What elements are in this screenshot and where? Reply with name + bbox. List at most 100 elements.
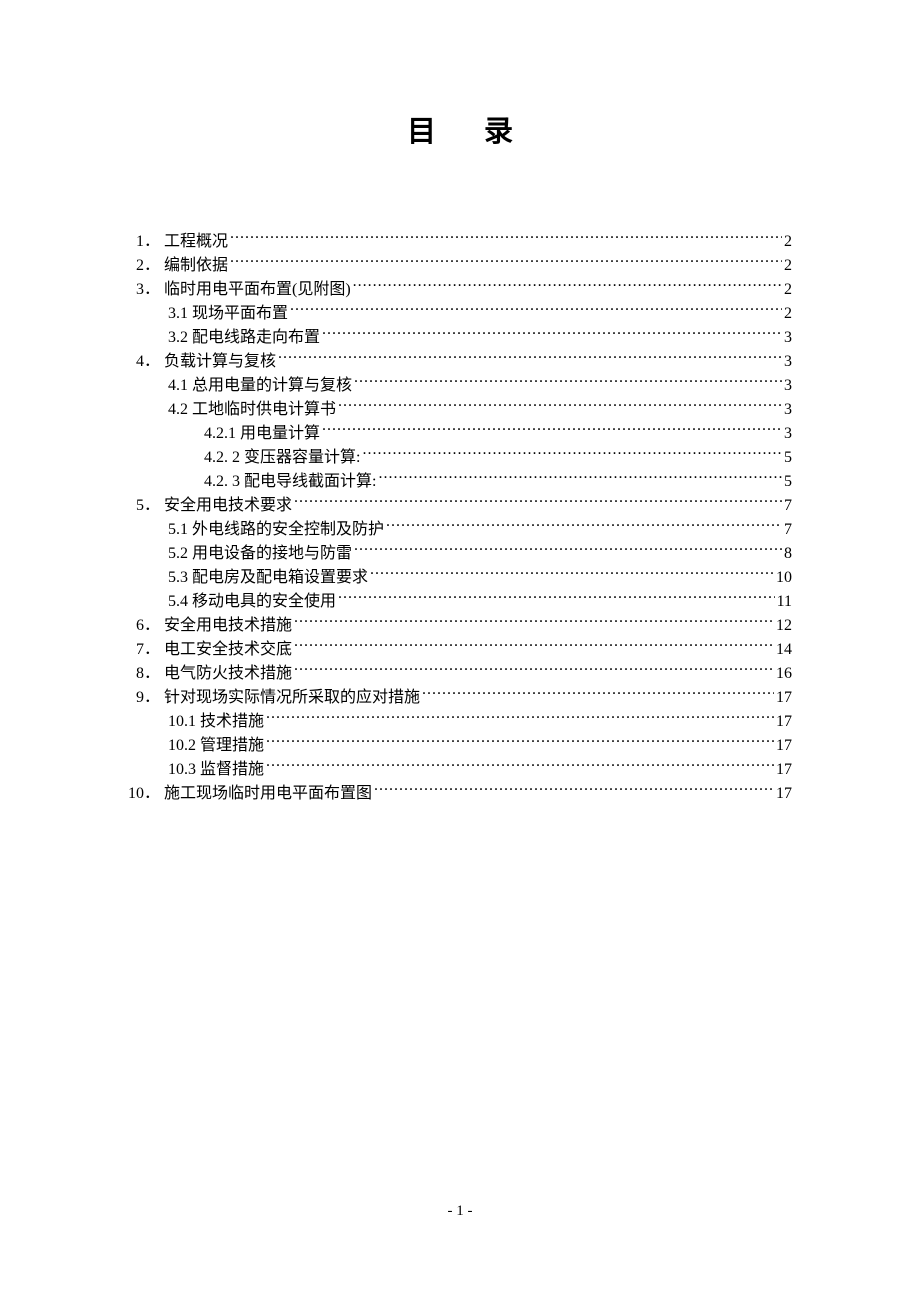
toc-page-number: 16 bbox=[776, 662, 792, 686]
toc-title: 安全用电技术措施 bbox=[164, 614, 292, 638]
toc-page-number: 8 bbox=[784, 542, 792, 566]
toc-entry: 2．编制依据 2 bbox=[128, 254, 792, 278]
toc-leader-dots bbox=[353, 278, 782, 294]
toc-page-number: 17 bbox=[776, 758, 792, 782]
toc-title: 5.1 外电线路的安全控制及防护 bbox=[168, 518, 384, 542]
toc-page-number: 2 bbox=[784, 278, 792, 302]
toc-entry: 1．工程概况2 bbox=[128, 230, 792, 254]
toc-page-number: 17 bbox=[776, 686, 792, 710]
toc-leader-dots bbox=[354, 374, 782, 390]
table-of-contents: 1．工程概况22．编制依据23．临时用电平面布置(见附图)23.1 现场平面布置… bbox=[128, 230, 792, 806]
toc-page-number: 12 bbox=[776, 614, 792, 638]
toc-title: 4.1 总用电量的计算与复核 bbox=[168, 374, 352, 398]
toc-entry: 4.1 总用电量的计算与复核 3 bbox=[128, 374, 792, 398]
toc-leader-dots bbox=[294, 662, 774, 678]
toc-title: 针对现场实际情况所采取的应对措施 bbox=[164, 686, 420, 710]
toc-title: 3.1 现场平面布置 bbox=[168, 302, 288, 326]
toc-entry: 4.2.1 用电量计算 3 bbox=[128, 422, 792, 446]
toc-page-number: 3 bbox=[784, 422, 792, 446]
toc-page-number: 2 bbox=[784, 254, 792, 278]
toc-leader-dots bbox=[230, 254, 782, 270]
toc-leader-dots bbox=[230, 230, 782, 246]
toc-title: 电工安全技术交底 bbox=[164, 638, 292, 662]
toc-page-number: 17 bbox=[776, 734, 792, 758]
toc-page-number: 2 bbox=[784, 302, 792, 326]
toc-title: 工程概况 bbox=[164, 230, 228, 254]
toc-title: 10.1 技术措施 bbox=[168, 710, 264, 734]
toc-leader-dots bbox=[362, 446, 782, 462]
toc-leader-dots bbox=[322, 422, 782, 438]
toc-page-number: 3 bbox=[784, 398, 792, 422]
toc-title: 负载计算与复核 bbox=[164, 350, 276, 374]
toc-number: 5． bbox=[128, 494, 160, 518]
toc-title: 电气防火技术措施 bbox=[164, 662, 292, 686]
toc-entry: 5.2 用电设备的接地与防雷 8 bbox=[128, 542, 792, 566]
toc-number: 4． bbox=[128, 350, 160, 374]
toc-leader-dots bbox=[378, 470, 782, 486]
toc-page-number: 10 bbox=[776, 566, 792, 590]
toc-leader-dots bbox=[278, 350, 782, 366]
toc-title: 安全用电技术要求 bbox=[164, 494, 292, 518]
toc-leader-dots bbox=[266, 734, 774, 750]
toc-entry: 4．负载计算与复核 3 bbox=[128, 350, 792, 374]
toc-number: 3． bbox=[128, 278, 160, 302]
toc-title: 5.2 用电设备的接地与防雷 bbox=[168, 542, 352, 566]
toc-number: 7． bbox=[128, 638, 160, 662]
toc-leader-dots bbox=[294, 614, 774, 630]
toc-page-number: 14 bbox=[776, 638, 792, 662]
toc-title: 4.2. 2 变压器容量计算: bbox=[204, 446, 360, 470]
toc-leader-dots bbox=[294, 494, 782, 510]
toc-title: 4.2. 3 配电导线截面计算: bbox=[204, 470, 376, 494]
toc-title: 临时用电平面布置(见附图) bbox=[164, 278, 351, 302]
toc-page-number: 3 bbox=[784, 326, 792, 350]
toc-entry: 5．安全用电技术要求 7 bbox=[128, 494, 792, 518]
toc-page-number: 11 bbox=[777, 590, 792, 614]
toc-leader-dots bbox=[266, 758, 774, 774]
toc-page-number: 5 bbox=[784, 446, 792, 470]
toc-entry: 10.2 管理措施 17 bbox=[128, 734, 792, 758]
toc-page-number: 3 bbox=[784, 374, 792, 398]
toc-title: 5.3 配电房及配电箱设置要求 bbox=[168, 566, 368, 590]
toc-leader-dots bbox=[294, 638, 774, 654]
toc-page-number: 7 bbox=[784, 518, 792, 542]
toc-entry: 3.2 配电线路走向布置 3 bbox=[128, 326, 792, 350]
toc-entry: 3.1 现场平面布置 2 bbox=[128, 302, 792, 326]
toc-entry: 3．临时用电平面布置(见附图) 2 bbox=[128, 278, 792, 302]
toc-page-number: 17 bbox=[776, 710, 792, 734]
toc-leader-dots bbox=[338, 590, 775, 606]
toc-leader-dots bbox=[322, 326, 782, 342]
toc-entry: 4.2. 3 配电导线截面计算:5 bbox=[128, 470, 792, 494]
toc-leader-dots bbox=[290, 302, 782, 318]
page-title: 目录 bbox=[128, 108, 792, 150]
toc-entry: 7．电工安全技术交底 14 bbox=[128, 638, 792, 662]
toc-title: 4.2.1 用电量计算 bbox=[204, 422, 320, 446]
toc-leader-dots bbox=[370, 566, 774, 582]
toc-page-number: 7 bbox=[784, 494, 792, 518]
toc-entry: 10.3 监督措施 17 bbox=[128, 758, 792, 782]
toc-number: 6． bbox=[128, 614, 160, 638]
toc-number: 2． bbox=[128, 254, 160, 278]
toc-entry: 6．安全用电技术措施 12 bbox=[128, 614, 792, 638]
toc-entry: 9．针对现场实际情况所采取的应对措施 17 bbox=[128, 686, 792, 710]
toc-number: 8． bbox=[128, 662, 160, 686]
toc-entry: 10.1 技术措施 17 bbox=[128, 710, 792, 734]
toc-leader-dots bbox=[354, 542, 782, 558]
toc-page-number: 3 bbox=[784, 350, 792, 374]
toc-title: 编制依据 bbox=[164, 254, 228, 278]
toc-number: 9． bbox=[128, 686, 160, 710]
toc-title: 4.2 工地临时供电计算书 bbox=[168, 398, 336, 422]
page-number: - 1 - bbox=[0, 1203, 920, 1220]
toc-title: 3.2 配电线路走向布置 bbox=[168, 326, 320, 350]
toc-entry: 5.1 外电线路的安全控制及防护 7 bbox=[128, 518, 792, 542]
toc-entry: 4.2 工地临时供电计算书 3 bbox=[128, 398, 792, 422]
toc-leader-dots bbox=[374, 782, 774, 798]
toc-title: 10.3 监督措施 bbox=[168, 758, 264, 782]
toc-title: 10.2 管理措施 bbox=[168, 734, 264, 758]
toc-leader-dots bbox=[266, 710, 774, 726]
toc-entry: 5.4 移动电具的安全使用 11 bbox=[128, 590, 792, 614]
toc-title: 5.4 移动电具的安全使用 bbox=[168, 590, 336, 614]
toc-leader-dots bbox=[422, 686, 774, 702]
toc-title: 施工现场临时用电平面布置图 bbox=[164, 782, 372, 806]
toc-number: 10． bbox=[128, 782, 160, 806]
toc-entry: 4.2. 2 变压器容量计算: 5 bbox=[128, 446, 792, 470]
